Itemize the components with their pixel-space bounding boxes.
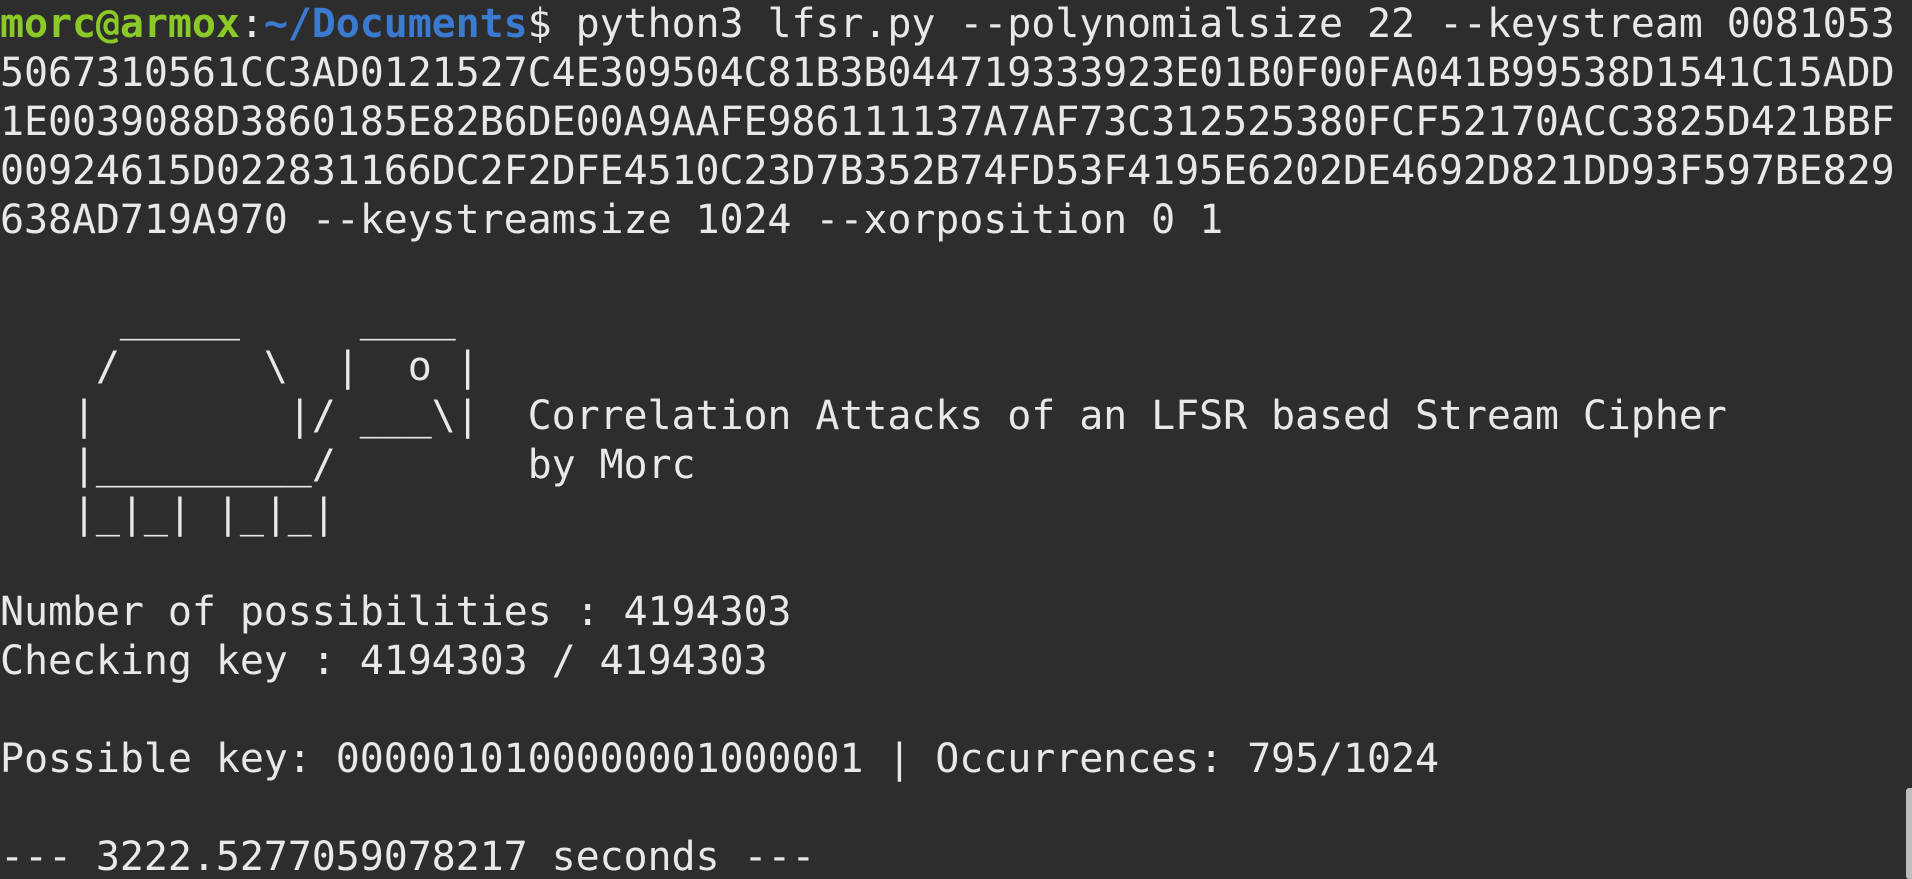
command-text: python3 lfsr.py --polynomialsize 22 --ke…	[551, 1, 1895, 47]
command-continuation: 00924615D022831166DC2F2DFE4510C23D7B352B…	[0, 148, 1895, 194]
command-continuation: 638AD719A970 --keystreamsize 1024 --xorp…	[0, 197, 1224, 243]
banner-author-line: |_________/ by Morc	[0, 442, 696, 488]
command-continuation: 1E0039088D3860185E82B6DE00A9AAFE98611113…	[0, 99, 1895, 145]
banner-line: |_|_| |_|_|	[0, 491, 336, 537]
command-continuation: 5067310561CC3AD0121527C4E309504C81B3B044…	[0, 50, 1895, 96]
possible-key-line: Possible key: 0000010100000001000001 | O…	[0, 736, 1439, 782]
checking-key-line: Checking key : 4194303 / 4194303	[0, 638, 768, 684]
prompt-separator: :	[239, 1, 264, 47]
prompt-user-host: morc@armox	[0, 1, 240, 47]
terminal-window[interactable]: morc@armox:~/Documents$ python3 lfsr.py …	[0, 0, 1912, 879]
prompt-path: ~/Documents	[263, 1, 528, 47]
possibilities-line: Number of possibilities : 4194303	[0, 589, 792, 635]
elapsed-time-line: --- 3222.5277059078217 seconds ---	[0, 834, 816, 879]
banner-title-line: | |/ ___\| Correlation Attacks of an LFS…	[0, 393, 1727, 439]
command-line: morc@armox:~/Documents$ python3 lfsr.py …	[0, 0, 1912, 49]
banner-line: _____ ____	[0, 295, 456, 341]
scrollbar-thumb[interactable]	[1906, 788, 1912, 879]
prompt-symbol: $	[527, 1, 552, 47]
banner-line: / \ | o |	[0, 344, 480, 390]
